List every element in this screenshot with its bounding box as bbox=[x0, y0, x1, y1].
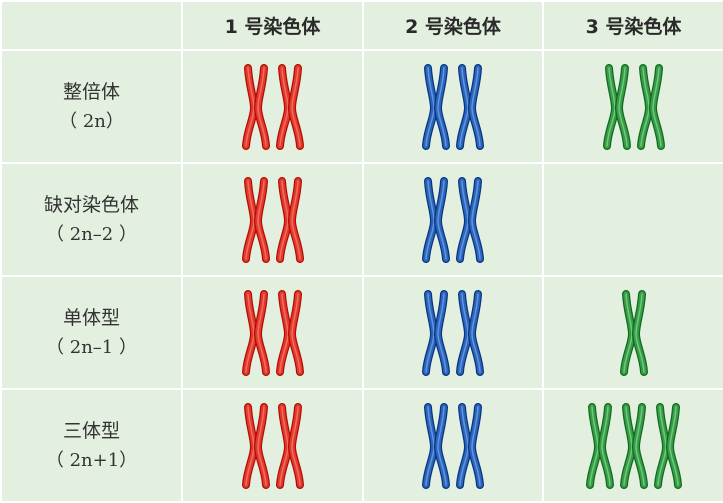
karyotype-table: 1 号染色体 2 号染色体 3 号染色体 整倍体 （ 2n） 缺对染色体 （ 2… bbox=[0, 0, 723, 503]
cell-chr2 bbox=[362, 162, 544, 277]
row-formula: （ 2n–1 ） bbox=[46, 336, 137, 358]
chromosome-icon bbox=[422, 63, 450, 150]
chromosome-set bbox=[422, 63, 484, 150]
chromosome-set bbox=[241, 176, 304, 263]
cell-chr2 bbox=[362, 49, 544, 164]
chromosome-icon bbox=[602, 63, 631, 150]
chromosome-icon bbox=[456, 176, 484, 263]
header-chromosome-2: 2 号染色体 bbox=[362, 0, 544, 51]
chromosome-icon bbox=[636, 63, 665, 150]
row-trisomic: 三体型 （ 2n+1） bbox=[0, 388, 723, 503]
cell-chr1 bbox=[181, 49, 364, 164]
chromosome-icon bbox=[275, 176, 304, 263]
row-label: 单体型 （ 2n–1 ） bbox=[0, 275, 183, 390]
cell-chr1 bbox=[181, 275, 364, 390]
row-nullisomic: 缺对染色体 （ 2n–2 ） bbox=[0, 162, 723, 277]
chromosome-icon bbox=[241, 289, 270, 376]
row-euploid: 整倍体 （ 2n） bbox=[0, 49, 723, 164]
chromosome-set bbox=[241, 289, 304, 376]
chromosome-icon bbox=[456, 63, 484, 150]
cell-chr3 bbox=[542, 162, 723, 277]
chromosome-icon bbox=[275, 63, 304, 150]
row-formula: （ 2n） bbox=[59, 110, 124, 132]
chromosome-icon bbox=[422, 176, 450, 263]
row-name: 三体型 bbox=[62, 419, 120, 442]
chromosome-set bbox=[422, 402, 484, 489]
header-corner bbox=[0, 0, 183, 51]
chromosome-icon bbox=[241, 176, 270, 263]
row-formula: （ 2n–2 ） bbox=[46, 223, 137, 245]
chromosome-icon bbox=[619, 402, 648, 489]
chromosome-icon bbox=[456, 402, 484, 489]
header-chromosome-3: 3 号染色体 bbox=[542, 0, 723, 51]
chromosome-set bbox=[422, 176, 484, 263]
row-name: 整倍体 bbox=[62, 80, 120, 103]
row-label: 三体型 （ 2n+1） bbox=[0, 388, 183, 503]
row-name: 单体型 bbox=[62, 306, 120, 329]
chromosome-icon bbox=[619, 289, 648, 376]
chromosome-icon bbox=[456, 289, 484, 376]
chromosome-set bbox=[241, 63, 304, 150]
row-monosomic: 单体型 （ 2n–1 ） bbox=[0, 275, 723, 390]
chromosome-icon bbox=[422, 289, 450, 376]
chromosome-icon bbox=[585, 402, 614, 489]
cell-chr2 bbox=[362, 388, 544, 503]
chromosome-icon bbox=[275, 289, 304, 376]
row-formula: （ 2n+1） bbox=[45, 449, 138, 471]
chromosome-set bbox=[585, 402, 682, 489]
row-label: 整倍体 （ 2n） bbox=[0, 49, 183, 164]
cell-chr3 bbox=[542, 388, 723, 503]
chromosome-icon bbox=[241, 402, 270, 489]
cell-chr3 bbox=[542, 49, 723, 164]
chromosome-icon bbox=[241, 63, 270, 150]
row-label: 缺对染色体 （ 2n–2 ） bbox=[0, 162, 183, 277]
cell-chr2 bbox=[362, 275, 544, 390]
chromosome-set bbox=[602, 63, 665, 150]
chromosome-set bbox=[422, 289, 484, 376]
cell-chr1 bbox=[181, 388, 364, 503]
cell-chr1 bbox=[181, 162, 364, 277]
chromosome-icon bbox=[422, 402, 450, 489]
chromosome-icon bbox=[653, 402, 682, 489]
chromosome-set bbox=[241, 402, 304, 489]
chromosome-icon bbox=[275, 402, 304, 489]
row-name: 缺对染色体 bbox=[43, 193, 139, 216]
cell-chr3 bbox=[542, 275, 723, 390]
header-chromosome-1: 1 号染色体 bbox=[181, 0, 364, 51]
chromosome-set bbox=[619, 289, 648, 376]
